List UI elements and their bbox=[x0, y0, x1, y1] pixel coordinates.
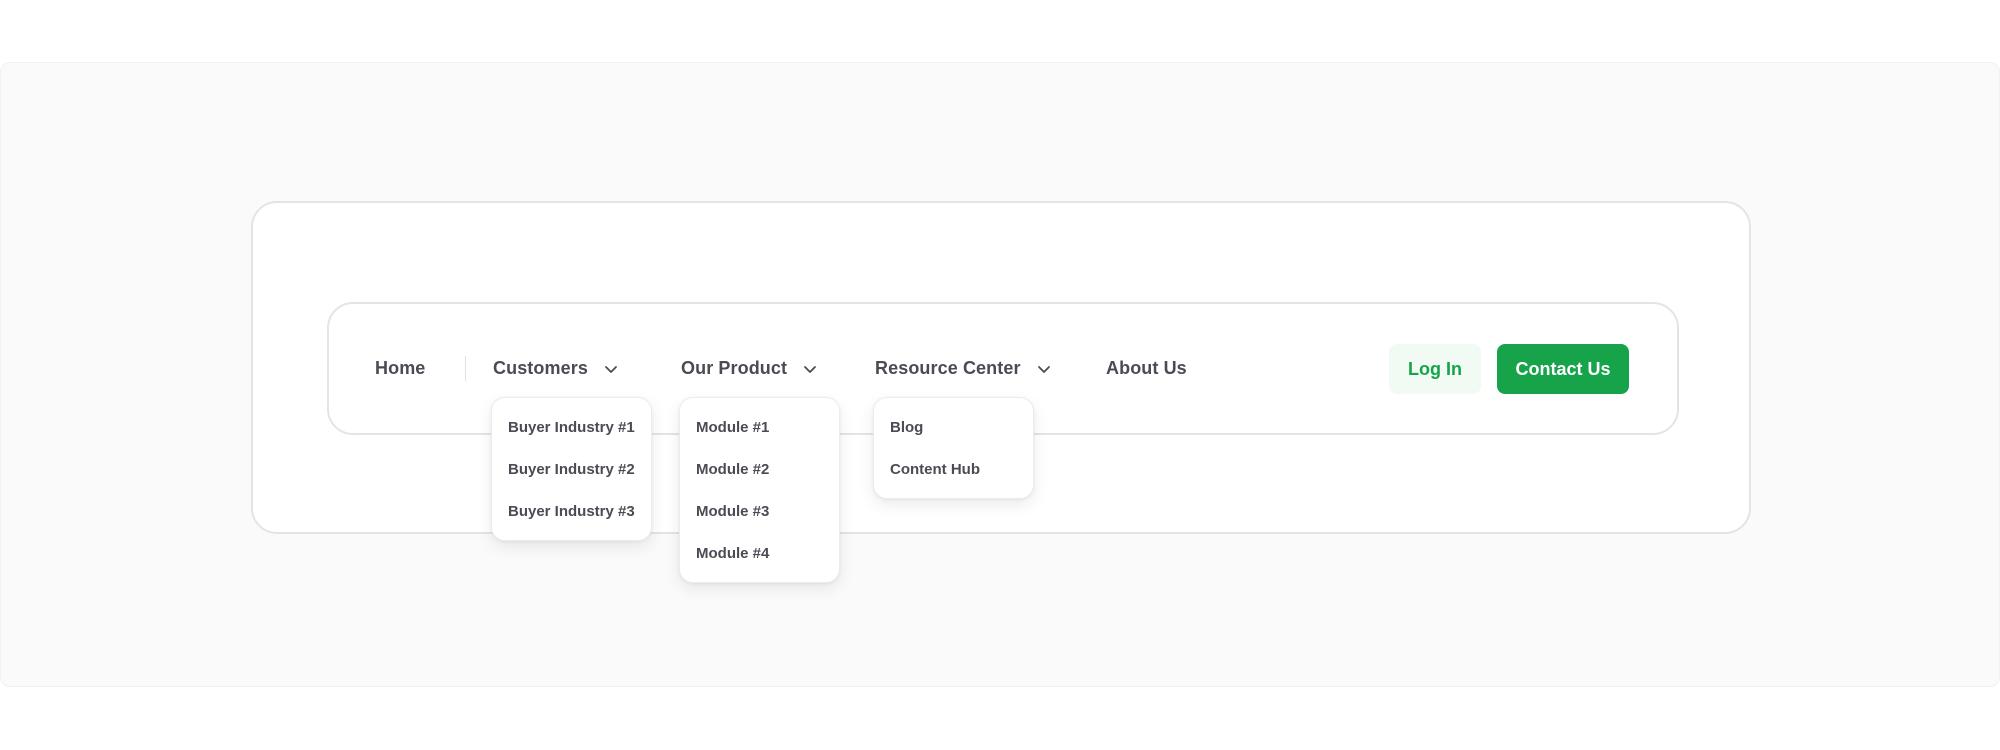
dropdown-item-blog[interactable]: Blog bbox=[874, 406, 1033, 448]
login-button[interactable]: Log In bbox=[1389, 344, 1481, 394]
nav-our-product-label: Our Product bbox=[681, 358, 788, 378]
preview-frame: Home Customers Our Product Resource Cent… bbox=[251, 201, 1751, 583]
nav-home-link[interactable]: Home bbox=[375, 304, 425, 433]
dropdown-item-module-1[interactable]: Module #1 bbox=[680, 406, 839, 448]
chevron-down-icon bbox=[605, 365, 617, 373]
customers-dropdown: Buyer Industry #1 Buyer Industry #2 Buye… bbox=[491, 397, 652, 541]
our-product-dropdown: Module #1 Module #2 Module #3 Module #4 bbox=[679, 397, 840, 583]
chevron-down-icon bbox=[1037, 365, 1050, 373]
chevron-down-icon bbox=[804, 365, 817, 373]
contact-us-button[interactable]: Contact Us bbox=[1497, 344, 1629, 394]
dropdown-item-module-2[interactable]: Module #2 bbox=[680, 448, 839, 490]
nav-divider bbox=[465, 356, 466, 381]
nav-about-us-link[interactable]: About Us bbox=[1106, 304, 1187, 433]
dropdown-item-buyer-industry-1[interactable]: Buyer Industry #1 bbox=[492, 406, 651, 448]
page-canvas: Home Customers Our Product Resource Cent… bbox=[0, 62, 2000, 687]
resource-center-dropdown: Blog Content Hub bbox=[873, 397, 1034, 499]
dropdown-item-buyer-industry-2[interactable]: Buyer Industry #2 bbox=[492, 448, 651, 490]
dropdown-item-buyer-industry-3[interactable]: Buyer Industry #3 bbox=[492, 490, 651, 532]
dropdown-item-module-3[interactable]: Module #3 bbox=[680, 490, 839, 532]
nav-resource-center-label: Resource Center bbox=[875, 358, 1021, 378]
dropdown-item-content-hub[interactable]: Content Hub bbox=[874, 448, 1033, 490]
nav-home-label: Home bbox=[375, 358, 426, 378]
nav-about-us-label: About Us bbox=[1106, 358, 1187, 378]
nav-customers-label: Customers bbox=[493, 358, 588, 378]
dropdown-item-module-4[interactable]: Module #4 bbox=[680, 532, 839, 574]
